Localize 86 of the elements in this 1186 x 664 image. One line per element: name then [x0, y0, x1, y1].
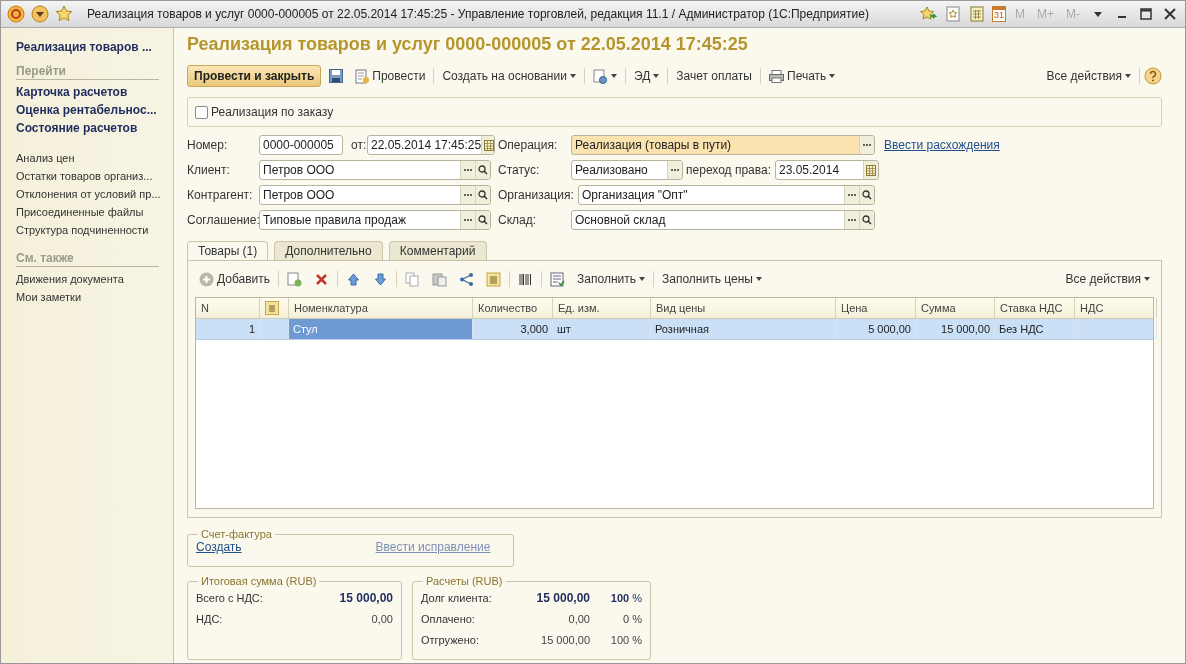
- sidebar-link[interactable]: Карточка расчетов: [16, 83, 159, 101]
- section-heading: См. также: [16, 251, 159, 267]
- sidebar-link[interactable]: Отклонения от условий пр...: [16, 185, 159, 203]
- sidebar-link[interactable]: Мои заметки: [16, 288, 159, 306]
- column-header[interactable]: Количество: [473, 298, 553, 318]
- fill-button[interactable]: Заполнить: [573, 268, 649, 290]
- settlement-value: 15 000,00: [540, 633, 590, 646]
- window-title: Реализация товаров и услуг 0000-000005 от 22.05.2014 17:45:25 - Управление торговлей, редакция 11.1 / Администратор (1С:Предприятие): [87, 7, 870, 21]
- tab[interactable]: Комментарий: [388, 241, 487, 260]
- settlement-percent: 100 %: [609, 633, 642, 646]
- warehouse-field[interactable]: Основной склад: [571, 210, 875, 230]
- settlement-label: Отгружено:: [421, 633, 480, 646]
- table-cell: 3,000: [473, 319, 553, 339]
- column-header[interactable]: НДС: [1075, 298, 1157, 318]
- order-checkbox[interactable]: Реализация по заказу: [195, 105, 334, 119]
- settlement-label: Долг клиента:: [421, 591, 493, 604]
- form-title: Реализация товаров и услуг 0000-000005 от 22.05.2014 17:45:25: [187, 34, 749, 56]
- total-label: Всего с НДС:: [196, 591, 264, 604]
- group-legend: Расчеты (RUB): [423, 575, 506, 587]
- all-actions-button[interactable]: Все действия: [1042, 65, 1135, 87]
- organization-field[interactable]: Организация "Опт": [578, 185, 875, 205]
- field-label: Статус:: [498, 163, 541, 177]
- table-cell: 5 000,00: [836, 319, 916, 339]
- group-legend: Счет-фактура: [198, 528, 275, 540]
- sidebar-link[interactable]: Структура подчиненности: [16, 221, 159, 239]
- table-cell: шт: [553, 319, 651, 339]
- group-legend: Итоговая сумма (RUB): [198, 575, 320, 587]
- sidebar-link[interactable]: Оценка рентабельнос...: [16, 101, 159, 119]
- menu-button[interactable]: Создать на основании: [438, 65, 580, 87]
- field-label: от:: [351, 138, 367, 152]
- fill-prices-button[interactable]: Заполнить цены: [657, 268, 766, 290]
- total-value: 0,00: [370, 612, 393, 625]
- settlement-value: 0,00: [567, 612, 590, 625]
- add-button[interactable]: Добавить: [195, 268, 275, 290]
- post-button[interactable]: Провести: [351, 65, 430, 87]
- sidebar-link[interactable]: Движения документа: [16, 270, 159, 288]
- column-header[interactable]: Номенклатура: [289, 298, 473, 318]
- table-cell: 15 000,00: [916, 319, 995, 339]
- menu-button[interactable]: ЭД: [629, 65, 664, 87]
- status-field[interactable]: Реализовано: [571, 160, 683, 180]
- number-field[interactable]: 0000-000005: [259, 135, 343, 155]
- column-header[interactable]: Ставка НДС: [995, 298, 1075, 318]
- column-header[interactable]: N: [196, 298, 260, 318]
- settlement-label: Оплачено:: [421, 612, 476, 625]
- table-cell: Стул: [289, 319, 473, 339]
- date-field[interactable]: 22.05.2014 17:45:25: [367, 135, 495, 155]
- total-label: НДС:: [196, 612, 224, 625]
- field-label: Склад:: [498, 213, 538, 227]
- settlement-percent: 0 %: [622, 612, 642, 625]
- tab[interactable]: Товары (1): [187, 241, 269, 260]
- sidebar-link[interactable]: Состояние расчетов: [16, 119, 159, 137]
- sidebar-title[interactable]: Реализация товаров ...: [16, 40, 159, 54]
- column-header[interactable]: Сумма: [916, 298, 995, 318]
- field-label: Организация:: [498, 188, 575, 202]
- discrepancy-link[interactable]: Ввести расхождения: [884, 138, 1000, 152]
- column-header[interactable]: Цена: [836, 298, 916, 318]
- field-label: Контрагент:: [187, 188, 254, 202]
- sidebar-link[interactable]: Присоединенные файлы: [16, 203, 159, 221]
- sidebar-link[interactable]: Остатки товаров организ...: [16, 167, 159, 185]
- settlement-value: 15 000,00: [535, 590, 590, 605]
- field-label: переход права:: [685, 163, 772, 177]
- field-label: Номер:: [187, 138, 229, 152]
- post-and-close-button[interactable]: Провести и закрыть: [187, 65, 322, 87]
- sidebar-link[interactable]: Анализ цен: [16, 149, 159, 167]
- total-value: 15 000,00: [338, 590, 393, 605]
- column-header[interactable]: Ед. изм.: [553, 298, 651, 318]
- calendar-icon[interactable]: 31: [992, 6, 1006, 22]
- all-actions-button[interactable]: Все действия: [1061, 268, 1154, 290]
- agreement-field[interactable]: Типовые правила продаж: [259, 210, 491, 230]
- create-link[interactable]: Создать: [196, 540, 242, 554]
- operation-field[interactable]: Реализация (товары в пути): [571, 135, 875, 155]
- table-cell: 1: [196, 319, 260, 339]
- client-field[interactable]: Петров ООО: [259, 160, 491, 180]
- toolbar-button[interactable]: Зачет оплаты: [672, 65, 756, 87]
- section-heading: Перейти: [16, 64, 159, 80]
- field-label: Операция:: [498, 138, 559, 152]
- field-label: Соглашение:: [187, 213, 259, 227]
- date-field[interactable]: 23.05.2014: [775, 160, 879, 180]
- table-cell: Розничная: [651, 319, 836, 339]
- column-header[interactable]: Вид цены: [651, 298, 836, 318]
- table-cell: Без НДС: [995, 319, 1075, 339]
- print-button[interactable]: Печать: [765, 65, 840, 87]
- tab[interactable]: Дополнительно: [274, 241, 383, 260]
- field-label: Клиент:: [187, 163, 231, 177]
- counterparty-field[interactable]: Петров ООО: [259, 185, 491, 205]
- settlement-percent: 100 %: [609, 591, 642, 604]
